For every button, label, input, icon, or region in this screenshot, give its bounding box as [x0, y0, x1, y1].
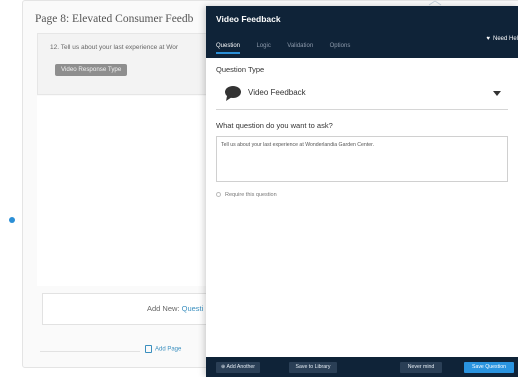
require-question-toggle[interactable]: Require this question	[216, 192, 277, 198]
question-type-label: Question Type	[216, 65, 265, 74]
response-type-badge: Video Response Type	[55, 64, 128, 76]
add-new-bar: Add New: Questi	[42, 293, 214, 325]
modal-header: Video Feedback Question Logic Validation…	[206, 6, 518, 58]
question-type-value: Video Feedback	[248, 88, 306, 97]
add-new-label: Add New: Questi	[147, 304, 203, 313]
save-question-button[interactable]: Save Question	[464, 362, 514, 373]
add-page-icon	[145, 345, 152, 353]
need-help-label: Need Hel	[492, 36, 518, 42]
need-help-link[interactable]: ♥ Need Hel	[486, 36, 518, 42]
add-question-link[interactable]: Questi	[182, 304, 204, 313]
drag-handle[interactable]	[9, 217, 15, 223]
ask-label: What question do you want to ask?	[216, 121, 333, 130]
question-text: 12. Tell us about your last experience a…	[50, 44, 179, 51]
modal-footer: ⊕ Add Another Save to Library Never mind…	[206, 357, 518, 377]
cancel-button[interactable]: Never mind	[400, 362, 442, 373]
add-page-label: Add Page	[155, 346, 182, 353]
modal-title: Video Feedback	[216, 14, 281, 24]
require-label: Require this question	[225, 192, 277, 198]
tab-validation[interactable]: Validation	[287, 43, 313, 52]
question-text-input[interactable]: Tell us about your last experience at Wo…	[216, 136, 508, 182]
modal-tabs: Question Logic Validation Options	[216, 34, 362, 54]
page-title: Page 8: Elevated Consumer Feedb	[35, 13, 194, 25]
add-another-button[interactable]: ⊕ Add Another	[216, 362, 260, 373]
tab-options[interactable]: Options	[330, 43, 351, 52]
chevron-down-icon	[493, 91, 501, 96]
question-type-select[interactable]: Video Feedback	[216, 79, 508, 110]
divider	[40, 351, 140, 352]
save-to-library-button[interactable]: Save to Library	[289, 362, 337, 373]
page-content-area	[37, 96, 212, 286]
question-card[interactable]: 12. Tell us about your last experience a…	[37, 33, 214, 95]
add-new-text: Add New:	[147, 304, 180, 313]
require-checkbox[interactable]	[216, 192, 221, 198]
tab-question[interactable]: Question	[216, 43, 241, 54]
tab-logic[interactable]: Logic	[256, 43, 270, 52]
add-page-button[interactable]: Add Page	[145, 345, 181, 353]
speech-bubble-icon	[225, 86, 241, 101]
heart-icon: ♥	[486, 36, 490, 42]
question-editor-modal: Video Feedback Question Logic Validation…	[206, 6, 518, 377]
